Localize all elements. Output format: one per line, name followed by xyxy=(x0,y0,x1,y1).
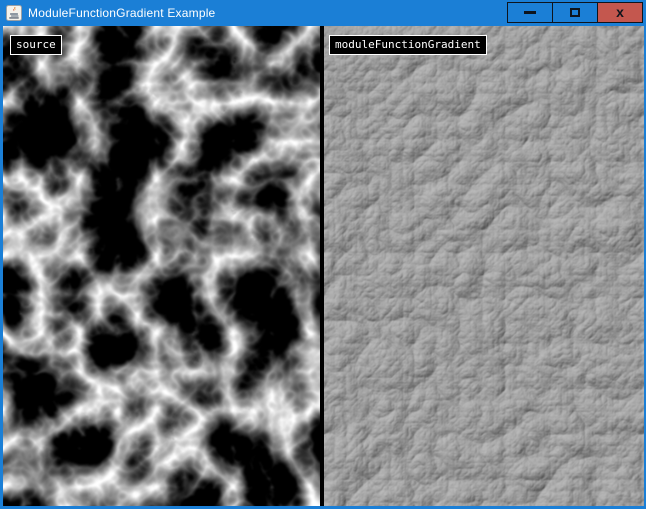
source-noise-image xyxy=(3,26,320,506)
app-window: ModuleFunctionGradient Example x xyxy=(0,0,646,509)
window-controls: x xyxy=(508,2,643,23)
maximize-square-icon xyxy=(570,8,580,17)
minimize-button[interactable] xyxy=(507,2,553,23)
gradient-image-panel: moduleFunctionGradient xyxy=(324,26,644,506)
gradient-noise-image xyxy=(324,26,644,506)
gradient-label: moduleFunctionGradient xyxy=(329,35,487,55)
source-label: source xyxy=(10,35,62,55)
titlebar[interactable]: ModuleFunctionGradient Example x xyxy=(0,0,646,26)
java-coffee-cup-icon[interactable] xyxy=(6,5,22,21)
minimize-dash-icon xyxy=(524,11,536,14)
close-button[interactable]: x xyxy=(597,2,643,23)
close-x-icon: x xyxy=(616,5,624,19)
maximize-button[interactable] xyxy=(552,2,598,23)
source-image-panel: source xyxy=(3,26,320,506)
content-area: source moduleFunct xyxy=(3,26,644,506)
window-title: ModuleFunctionGradient Example xyxy=(28,6,215,20)
